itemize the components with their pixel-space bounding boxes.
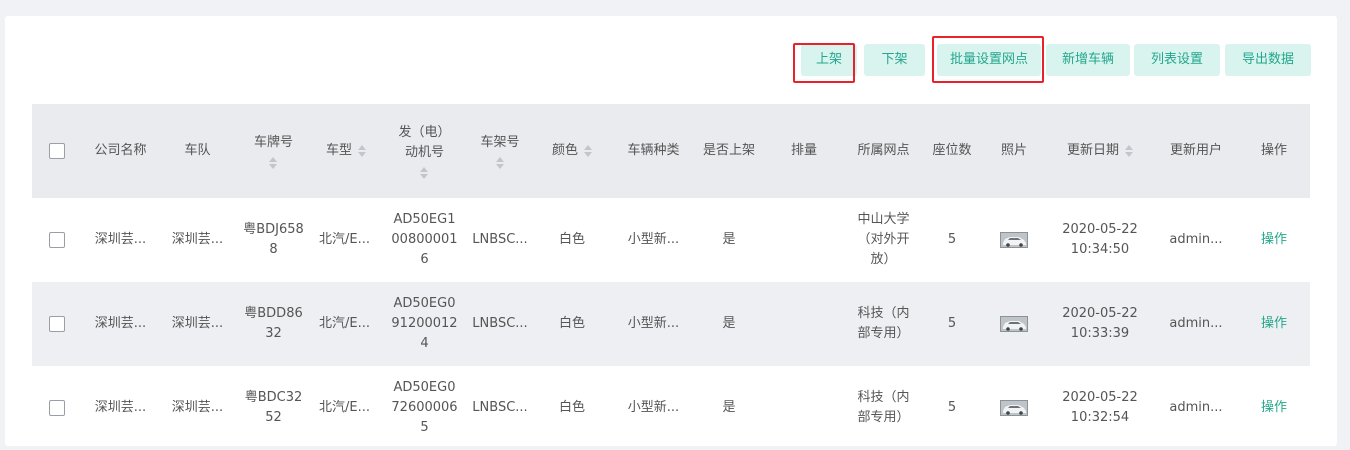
engine-cell: AD50EG0 72600006 5: [391, 380, 458, 435]
vehicle-type-cell: 小型新...: [627, 400, 680, 415]
frame-cell: LNBSC...: [472, 400, 528, 415]
seats-cell: 5: [947, 232, 957, 247]
sort-icon[interactable]: [584, 145, 592, 157]
photo-cell[interactable]: [982, 198, 1046, 282]
row-action-link[interactable]: 操作: [1238, 282, 1310, 366]
header-update-date-label: 更新日期: [1066, 143, 1119, 158]
fleet-cell: 深圳芸...: [171, 232, 224, 247]
car-photo-icon[interactable]: [1000, 232, 1028, 248]
list-on-shelf-button[interactable]: 上架: [801, 44, 857, 76]
outlet-cell: 中山大学 （对外开 放）: [857, 212, 910, 267]
header-color-label: 颜色: [551, 143, 578, 158]
engine-cell: AD50EG1 00800001 6: [391, 212, 458, 267]
header-update-date[interactable]: 更新日期: [1046, 104, 1154, 198]
header-seats: 座位数: [932, 143, 972, 158]
displacement-cell: [763, 366, 845, 450]
fleet-cell: 深圳芸...: [171, 316, 224, 331]
batch-set-outlet-button[interactable]: 批量设置网点: [937, 44, 1041, 76]
header-model-label: 车型: [325, 143, 352, 158]
header-model[interactable]: 车型: [311, 104, 381, 198]
update-date-cell: 2020-05-22 10:32:54: [1062, 390, 1138, 425]
select-all-checkbox[interactable]: [49, 143, 65, 159]
row-select-cell: [32, 198, 82, 282]
table-row: 深圳芸... 深圳芸... 粤BDC32 52 北汽/E... AD50EG0 …: [32, 366, 1310, 450]
header-engine[interactable]: 发（电） 动机号: [381, 104, 468, 198]
photo-cell[interactable]: [982, 366, 1046, 450]
list-settings-button[interactable]: 列表设置: [1134, 44, 1220, 76]
header-displacement: 排量: [790, 143, 817, 158]
plate-cell: 粤BDC32 52: [244, 390, 303, 425]
header-action: 操作: [1260, 143, 1287, 158]
toolbar: 上架 下架 批量设置网点 新增车辆 列表设置 导出数据: [5, 16, 1337, 96]
frame-cell: LNBSC...: [472, 232, 528, 247]
plate-cell: 粤BDD86 32: [244, 306, 303, 341]
model-cell: 北汽/E...: [319, 232, 370, 247]
row-checkbox[interactable]: [49, 232, 65, 248]
plate-cell: 粤BDJ658 8: [243, 222, 304, 257]
vehicle-type-cell: 小型新...: [627, 316, 680, 331]
color-cell: 白色: [558, 232, 585, 247]
header-update-user: 更新用户: [1169, 143, 1222, 158]
color-cell: 白色: [558, 316, 585, 331]
displacement-cell: [763, 198, 845, 282]
company-cell: 深圳芸...: [94, 316, 147, 331]
header-plate-label: 车牌号: [253, 135, 293, 150]
header-plate[interactable]: 车牌号: [236, 104, 311, 198]
row-action-link[interactable]: 操作: [1238, 366, 1310, 450]
update-user-cell: admin...: [1169, 316, 1223, 331]
header-fleet: 车队: [184, 143, 211, 158]
header-color[interactable]: 颜色: [532, 104, 612, 198]
sort-icon[interactable]: [495, 157, 504, 169]
vehicle-list-panel: 上架 下架 批量设置网点 新增车辆 列表设置 导出数据 公司名称 车队 车牌号 …: [5, 16, 1337, 446]
car-photo-icon[interactable]: [1000, 400, 1028, 416]
color-cell: 白色: [558, 400, 585, 415]
header-frame[interactable]: 车架号: [468, 104, 532, 198]
export-data-button[interactable]: 导出数据: [1225, 44, 1311, 76]
outlet-cell: 科技（内 部专用）: [857, 306, 910, 341]
row-checkbox[interactable]: [49, 400, 65, 416]
displacement-cell: [763, 282, 845, 366]
seats-cell: 5: [947, 400, 957, 415]
update-date-cell: 2020-05-22 10:34:50: [1062, 222, 1138, 257]
header-outlet: 所属网点: [857, 143, 910, 158]
header-select-all: [32, 104, 82, 198]
update-date-cell: 2020-05-22 10:33:39: [1062, 306, 1138, 341]
seats-cell: 5: [947, 316, 957, 331]
fleet-cell: 深圳芸...: [171, 400, 224, 415]
company-cell: 深圳芸...: [94, 232, 147, 247]
table-row: 深圳芸... 深圳芸... 粤BDJ658 8 北汽/E... AD50EG1 …: [32, 198, 1310, 282]
listed-cell: 是: [722, 316, 736, 331]
listed-cell: 是: [722, 400, 736, 415]
photo-cell[interactable]: [982, 282, 1046, 366]
row-select-cell: [32, 366, 82, 450]
header-frame-label: 车架号: [480, 135, 520, 150]
table-header: 公司名称 车队 车牌号 车型 发（电） 动机号 车架号 颜色 车辆种类 是否上架…: [32, 104, 1310, 198]
sort-icon[interactable]: [420, 167, 429, 179]
listed-cell: 是: [722, 232, 736, 247]
company-cell: 深圳芸...: [94, 400, 147, 415]
outlet-cell: 科技（内 部专用）: [857, 390, 910, 425]
header-photo: 照片: [1000, 143, 1027, 158]
header-vehicle-type: 车辆种类: [627, 143, 680, 158]
row-select-cell: [32, 282, 82, 366]
row-action-link[interactable]: 操作: [1238, 198, 1310, 282]
table-row: 深圳芸... 深圳芸... 粤BDD86 32 北汽/E... AD50EG0 …: [32, 282, 1310, 366]
update-user-cell: admin...: [1169, 400, 1223, 415]
update-user-cell: admin...: [1169, 232, 1223, 247]
engine-cell: AD50EG0 91200012 4: [391, 296, 458, 351]
sort-icon[interactable]: [269, 157, 278, 169]
sort-icon[interactable]: [1125, 145, 1133, 157]
header-engine-label: 发（电） 动机号: [398, 125, 451, 160]
model-cell: 北汽/E...: [319, 316, 370, 331]
car-photo-icon[interactable]: [1000, 316, 1028, 332]
add-vehicle-button[interactable]: 新增车辆: [1046, 44, 1130, 76]
row-checkbox[interactable]: [49, 316, 65, 332]
sort-icon[interactable]: [358, 145, 366, 157]
take-off-shelf-button[interactable]: 下架: [864, 44, 925, 76]
header-company: 公司名称: [94, 143, 147, 158]
frame-cell: LNBSC...: [472, 316, 528, 331]
vehicle-type-cell: 小型新...: [627, 232, 680, 247]
model-cell: 北汽/E...: [319, 400, 370, 415]
header-listed: 是否上架: [702, 143, 755, 158]
